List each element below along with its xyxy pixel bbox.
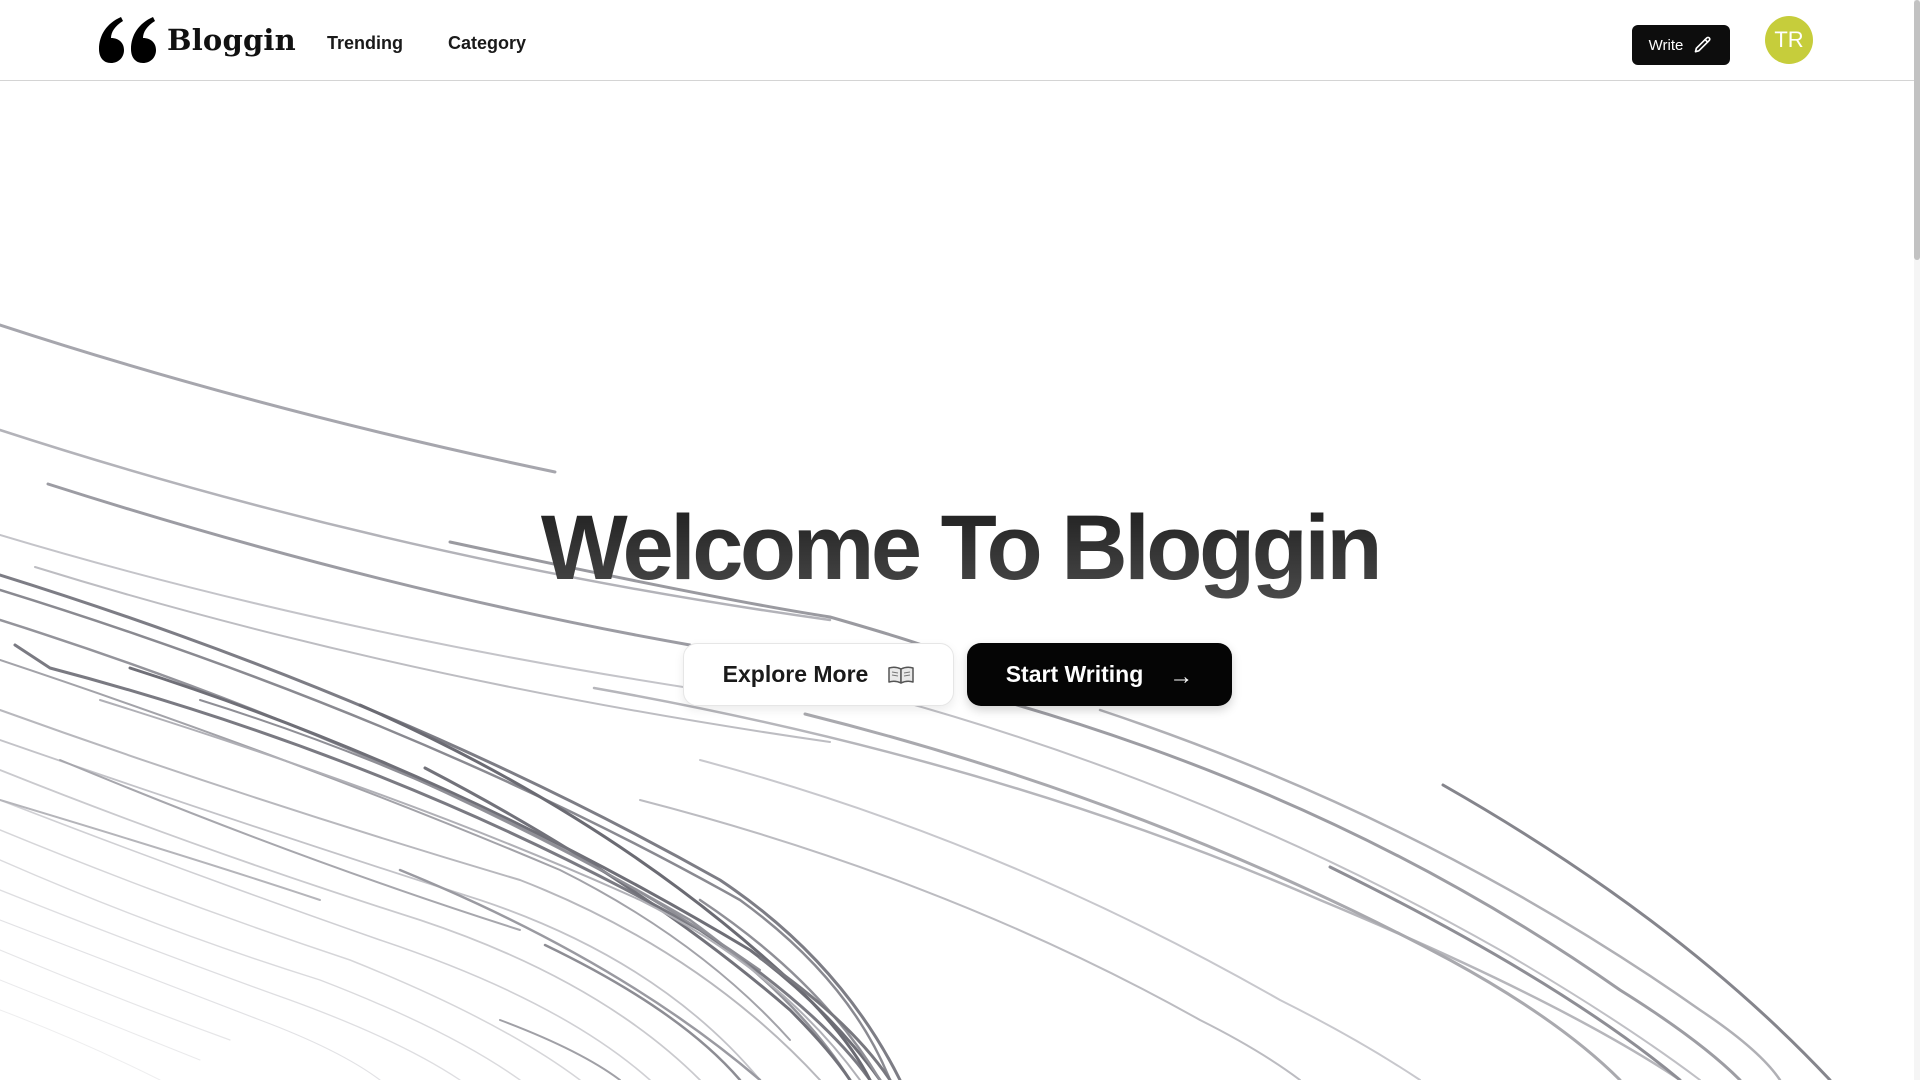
arrow-right-icon: → [1169,662,1194,690]
logo[interactable]: Bloggin [99,16,296,64]
page-scrollbar[interactable] [1914,0,1920,1080]
page: Bloggin Trending Category Write TR Welco… [0,0,1920,1080]
logo-text: Bloggin [167,23,296,57]
pencil-icon [1695,36,1711,53]
hero-title-text: Welcome To Bloggin [540,497,1383,599]
start-writing-button[interactable]: Start Writing → [967,643,1232,706]
hero-title: Welcome To Bloggin [0,498,1920,598]
explore-more-button[interactable]: Explore More [683,643,954,706]
write-button[interactable]: Write [1632,25,1730,65]
scrollbar-thumb[interactable] [1914,0,1920,260]
nav-trending[interactable]: Trending [327,33,403,54]
open-book-icon [888,665,915,684]
user-avatar[interactable]: TR [1765,16,1813,64]
explore-more-label: Explore More [722,661,869,687]
start-writing-label: Start Writing [1005,661,1144,687]
double-quote-icon [99,17,156,63]
write-button-label: Write [1648,36,1684,54]
avatar-initials: TR [1774,27,1804,52]
top-navbar: Bloggin Trending Category Write TR [0,0,1914,81]
nav-category[interactable]: Category [448,33,526,54]
